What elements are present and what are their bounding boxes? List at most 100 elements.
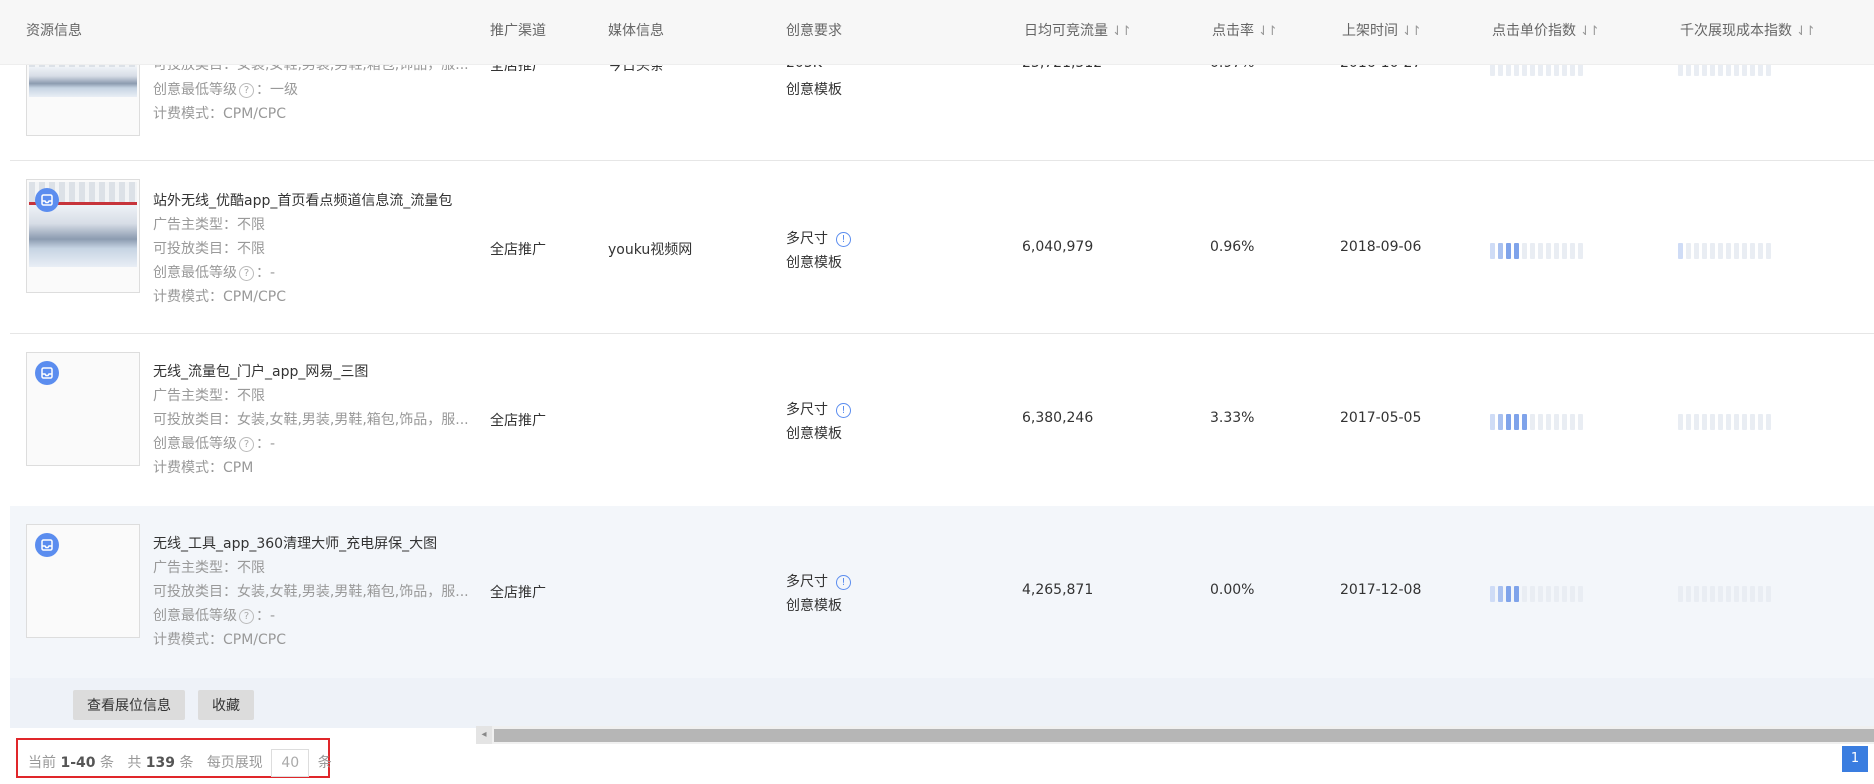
col-ctr[interactable]: 点击率 ⇃↾ xyxy=(1212,20,1278,40)
col-launch[interactable]: 上架时间 ⇃↾ xyxy=(1342,20,1422,40)
sort-icon[interactable]: ⇃↾ xyxy=(1258,24,1278,39)
creative-size: 多尺寸! xyxy=(786,399,851,419)
traffic-cell: 4,265,871 xyxy=(1022,582,1094,598)
traffic-cell: 6,380,246 xyxy=(1022,410,1094,426)
help-icon[interactable]: ? xyxy=(239,608,254,624)
ctr-cell: 0.96% xyxy=(1210,239,1255,255)
category-line: 可投放类目：不限 xyxy=(153,241,265,257)
billing-line: 计费模式：CPM/CPC xyxy=(153,106,287,122)
index-bar-segment xyxy=(1678,586,1683,602)
index-bar-segment xyxy=(1546,414,1551,430)
index-bar-segment xyxy=(1758,586,1763,602)
index-bar-segment xyxy=(1686,243,1691,259)
index-bar-segment xyxy=(1514,243,1519,259)
sort-icon[interactable]: ⇃↾ xyxy=(1796,24,1816,39)
pagination-info: 当前 1-40 条 共 139 条 每页展现 40 条 xyxy=(16,738,332,778)
table-row[interactable]: 无线_工具_app_360清理大师_充电屏保_大图 广告主类型：不限 可投放类目… xyxy=(10,506,1874,679)
page-button[interactable]: 1 xyxy=(1842,746,1868,772)
index-bar-segment xyxy=(1734,414,1739,430)
col-media: 媒体信息 xyxy=(608,23,664,39)
index-bar-segment xyxy=(1678,414,1683,430)
adv-type-line: 广告主类型：不限 xyxy=(153,388,265,404)
sort-icon[interactable]: ⇃↾ xyxy=(1112,24,1132,39)
cpm-index-bars xyxy=(1678,586,1771,602)
resource-thumbnail[interactable] xyxy=(26,352,140,466)
index-bar-segment xyxy=(1694,586,1699,602)
index-bar-segment xyxy=(1554,414,1559,430)
scroll-left-icon[interactable]: ◂ xyxy=(476,726,492,744)
adv-type-line: 广告主类型：不限 xyxy=(153,560,265,576)
index-bar-segment xyxy=(1726,243,1731,259)
index-bar-segment xyxy=(1686,414,1691,430)
help-icon[interactable]: ? xyxy=(239,436,254,452)
index-bar-segment xyxy=(1522,414,1527,430)
index-bar-segment xyxy=(1710,414,1715,430)
index-bar-segment xyxy=(1522,243,1527,259)
media-cell: youku视频网 xyxy=(608,242,693,258)
index-bar-segment xyxy=(1694,414,1699,430)
creative-size: 多尺寸! xyxy=(786,228,851,248)
resource-thumbnail[interactable] xyxy=(26,179,140,293)
min-level-line: 创意最低等级? ：一级 xyxy=(153,82,298,98)
view-position-button[interactable]: 查看展位信息 xyxy=(73,690,185,720)
thumbnail-image xyxy=(29,67,137,97)
index-bar-segment xyxy=(1570,586,1575,602)
table-row[interactable]: 站外无线_优酷app_首页看点频道信息流_流量包 广告主类型：不限 可投放类目：… xyxy=(10,161,1874,334)
index-bar-segment xyxy=(1718,586,1723,602)
index-bar-segment xyxy=(1546,586,1551,602)
resource-title[interactable]: 无线_工具_app_360清理大师_充电屏保_大图 xyxy=(153,533,437,553)
index-bar-segment xyxy=(1578,586,1583,602)
index-bar-segment xyxy=(1562,414,1567,430)
index-bar-segment xyxy=(1750,586,1755,602)
ctr-cell: 3.33% xyxy=(1210,410,1255,426)
channel-cell: 全店推广 xyxy=(490,242,546,258)
info-icon[interactable]: ! xyxy=(836,402,851,418)
index-bar-segment xyxy=(1570,243,1575,259)
index-bar-segment xyxy=(1514,586,1519,602)
index-bar-segment xyxy=(1766,586,1771,602)
per-page-input[interactable]: 40 xyxy=(271,749,310,777)
index-bar-segment xyxy=(1538,243,1543,259)
resource-thumbnail[interactable] xyxy=(26,524,140,638)
resource-title[interactable]: 站外无线_优酷app_首页看点频道信息流_流量包 xyxy=(153,190,452,210)
index-bar-segment xyxy=(1710,243,1715,259)
index-bar-segment xyxy=(1718,414,1723,430)
index-bar-segment xyxy=(1750,414,1755,430)
index-bar-segment xyxy=(1554,586,1559,602)
traffic-cell: 6,040,979 xyxy=(1022,239,1094,255)
category-line: 可投放类目：女装,女鞋,男装,男鞋,箱包,饰品，服... xyxy=(153,412,469,428)
index-bar-segment xyxy=(1678,243,1683,259)
current-range: 1-40 xyxy=(60,755,96,771)
index-bar-segment xyxy=(1742,414,1747,430)
inbox-icon xyxy=(35,533,59,557)
cpc-index-bars xyxy=(1490,414,1583,430)
info-icon[interactable]: ! xyxy=(836,231,851,247)
sort-icon[interactable]: ⇃↾ xyxy=(1580,24,1600,39)
index-bar-segment xyxy=(1758,243,1763,259)
index-bar-segment xyxy=(1506,414,1511,430)
col-traffic[interactable]: 日均可竞流量 ⇃↾ xyxy=(1024,20,1132,40)
index-bar-segment xyxy=(1758,414,1763,430)
index-bar-segment xyxy=(1726,586,1731,602)
index-bar-segment xyxy=(1742,243,1747,259)
resource-title[interactable]: 无线_流量包_门户_app_网易_三图 xyxy=(153,361,368,381)
table-row[interactable]: 无线_流量包_门户_app_网易_三图 广告主类型：不限 可投放类目：女装,女鞋… xyxy=(10,334,1874,507)
min-level-line: 创意最低等级? ：- xyxy=(153,436,276,452)
info-icon[interactable]: ! xyxy=(836,574,851,590)
col-cpc-index[interactable]: 点击单价指数 ⇃↾ xyxy=(1492,20,1600,40)
favorite-button[interactable]: 收藏 xyxy=(198,690,254,720)
scrollbar-thumb[interactable] xyxy=(494,729,1874,742)
col-cpm-index[interactable]: 千次展现成本指数 ⇃↾ xyxy=(1680,20,1816,40)
index-bar-segment xyxy=(1506,586,1511,602)
billing-line: 计费模式：CPM/CPC xyxy=(153,289,287,305)
index-bar-segment xyxy=(1734,586,1739,602)
index-bar-segment xyxy=(1686,586,1691,602)
index-bar-segment xyxy=(1562,586,1567,602)
help-icon[interactable]: ? xyxy=(239,265,254,281)
index-bar-segment xyxy=(1742,586,1747,602)
help-icon[interactable]: ? xyxy=(239,82,254,98)
channel-cell: 全店推广 xyxy=(490,585,546,601)
sort-icon[interactable]: ⇃↾ xyxy=(1402,24,1422,39)
cpm-index-bars xyxy=(1678,243,1771,259)
index-bar-segment xyxy=(1490,586,1495,602)
